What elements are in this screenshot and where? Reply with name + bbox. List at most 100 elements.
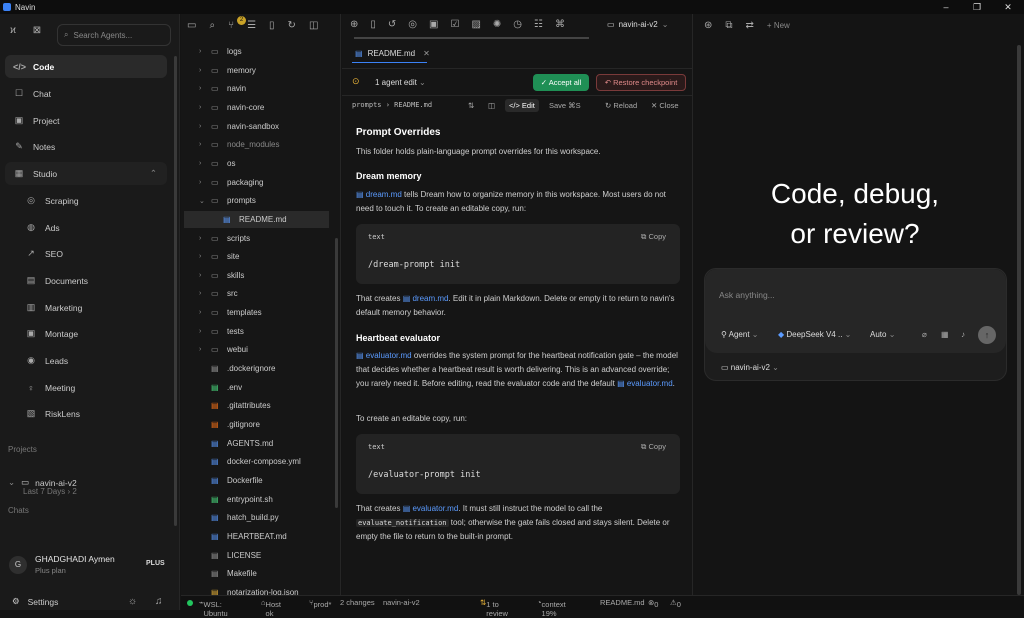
folder-item[interactable]: ⌄ ▭ prompts	[184, 192, 329, 209]
diff-icon[interactable]: ⇅	[468, 99, 474, 112]
folder-item[interactable]: › ▭ memory	[184, 62, 329, 79]
save-button[interactable]: Save ⌘S	[549, 99, 581, 112]
bookmark-icon[interactable]: ▯	[269, 20, 275, 31]
host-status[interactable]: ⌂ Host ok	[261, 598, 281, 618]
folder-item[interactable]: › ▭ templates	[184, 304, 329, 321]
clock-icon[interactable]: ◷	[513, 19, 522, 30]
grid-icon[interactable]: ▦	[941, 330, 949, 339]
file-status[interactable]: README.md	[600, 598, 645, 607]
file-item[interactable]: ▤ docker-compose.yml	[184, 453, 329, 470]
graph-icon[interactable]: ⌘	[555, 19, 565, 30]
folder-item[interactable]: › ▭ node_modules	[184, 136, 329, 153]
evaluator-link[interactable]: evaluator.md	[366, 351, 412, 360]
file-item[interactable]: ▤ README.md	[184, 210, 329, 228]
file-item[interactable]: ▤ LICENSE	[184, 547, 329, 564]
sidebar-scrollbar[interactable]	[174, 56, 177, 526]
folder-item[interactable]: › ▭ navin	[184, 80, 329, 97]
file-item[interactable]: ▤ hatch_build.py	[184, 509, 329, 526]
workspace-selector[interactable]: ▭ navin-ai-v2 ⌄	[721, 363, 779, 372]
studio-item-montage[interactable]: ▣ Montage	[17, 322, 167, 345]
folder-item[interactable]: › ▭ site	[184, 248, 329, 265]
mic-icon[interactable]: ♪	[961, 330, 965, 339]
errors-status[interactable]: ⊗ 0	[648, 598, 658, 609]
nav-project[interactable]: ▣ Project	[5, 109, 167, 132]
brand-icon[interactable]: ϰ	[6, 24, 20, 38]
new-chat-button[interactable]: + New	[767, 21, 790, 30]
folder-item[interactable]: › ▭ webui	[184, 341, 329, 358]
git-branch[interactable]: ⑂ prod*	[309, 598, 331, 609]
warnings-status[interactable]: ⚠ 0	[670, 598, 681, 609]
studio-item-leads[interactable]: ◉ Leads	[17, 349, 167, 372]
file-item[interactable]: ▤ HEARTBEAT.md	[184, 528, 329, 545]
list-icon[interactable]: ☷	[534, 19, 543, 30]
collapse-sidebar-icon[interactable]: ⊠	[30, 24, 44, 38]
folder-item[interactable]: › ▭ navin-core	[184, 99, 329, 116]
file-item[interactable]: ▤ AGENTS.md	[184, 435, 329, 452]
folder-item[interactable]: › ▭ scripts	[184, 230, 329, 247]
nav-code[interactable]: </> Code	[5, 55, 167, 78]
folder-item[interactable]: › ▭ packaging	[184, 174, 329, 191]
mode-selector[interactable]: Auto ⌄	[870, 330, 895, 339]
theme-toggle-icon[interactable]: ☼	[128, 596, 137, 607]
studio-item-seo[interactable]: ↗ SEO	[17, 242, 167, 265]
folder-item[interactable]: › ▭ os	[184, 155, 329, 172]
globe-icon[interactable]: ⊕	[350, 19, 358, 30]
review-status[interactable]: ⇅ 1 to review	[480, 598, 508, 618]
close-window-button[interactable]: ✕	[993, 0, 1023, 14]
toolbar-scrollbar[interactable]	[354, 37, 589, 39]
file-item[interactable]: ▤ Dockerfile	[184, 472, 329, 489]
edit-button[interactable]: </> Edit	[505, 99, 539, 112]
close-button[interactable]: ✕ Close	[651, 99, 679, 112]
folder-item[interactable]: › ▭ navin-sandbox	[184, 118, 329, 135]
target-icon[interactable]: ◎	[408, 19, 417, 30]
studio-item-scraping[interactable]: ◎ Scraping	[17, 189, 167, 212]
nav-studio[interactable]: ▦ Studio ⌃	[5, 162, 167, 185]
swap-icon[interactable]: ⇄	[746, 20, 754, 31]
layers-icon[interactable]: ⧉	[725, 20, 732, 31]
workspace-status[interactable]: navin-ai-v2	[383, 598, 420, 607]
changes-count[interactable]: 2 changes	[340, 598, 375, 607]
studio-item-marketing[interactable]: ▥ Marketing	[17, 296, 167, 319]
minimize-button[interactable]: –	[931, 0, 961, 14]
search-icon[interactable]: ⌕	[209, 20, 215, 31]
file-item[interactable]: ▤ .gitattributes	[184, 397, 329, 414]
evaluator-link[interactable]: evaluator.md	[412, 504, 458, 513]
checklist-icon[interactable]: ☑	[450, 19, 459, 30]
split-icon[interactable]: ◫	[309, 20, 318, 31]
folder-item[interactable]: › ▭ tests	[184, 323, 329, 340]
panel-scrollbar[interactable]	[1017, 45, 1021, 595]
source-control-icon[interactable]: ⑂	[228, 20, 234, 31]
nav-chat[interactable]: ☐ Chat	[5, 82, 167, 105]
settings-button[interactable]: ⚙ Settings	[12, 596, 58, 607]
send-button[interactable]: ↑	[978, 326, 996, 344]
agent-selector[interactable]: ⚲ Agent ⌄	[721, 330, 758, 339]
refresh-icon[interactable]: ↻	[288, 20, 296, 31]
file-item[interactable]: ▤ .gitignore	[184, 416, 329, 433]
close-tab-icon[interactable]: ✕	[423, 49, 430, 58]
folder-item[interactable]: › ▭ src	[184, 285, 329, 302]
file-item[interactable]: ▤ .dockerignore	[184, 360, 329, 377]
file-item[interactable]: ▤ Makefile	[184, 565, 329, 582]
maximize-button[interactable]: ❐	[962, 0, 992, 14]
reload-button[interactable]: ↻ Reload	[605, 99, 637, 112]
outline-icon[interactable]: ☰	[247, 20, 256, 31]
studio-item-ads[interactable]: ◍ Ads	[17, 216, 167, 239]
image-icon[interactable]: ▨	[471, 19, 480, 30]
wsl-status[interactable]: ⌁ WSL: Ubuntu	[199, 598, 228, 618]
evaluator-link[interactable]: evaluator.md	[627, 379, 673, 388]
nav-notes[interactable]: ✎ Notes	[5, 135, 167, 158]
context-status[interactable]: ◔ context 19%	[537, 598, 566, 618]
attach-icon[interactable]: ⌀	[922, 330, 927, 339]
folder-item[interactable]: › ▭ logs	[184, 43, 329, 60]
folder-item[interactable]: › ▭ skills	[184, 267, 329, 284]
chat-input[interactable]: Ask anything...	[719, 290, 775, 300]
studio-item-meeting[interactable]: ♀ Meeting	[17, 376, 167, 399]
user-profile[interactable]: G GHADGHADI Aymen Plus plan	[9, 554, 115, 575]
dream-link[interactable]: dream.md	[412, 294, 448, 303]
shield-icon[interactable]: ⊛	[704, 20, 712, 31]
agent-edit-dropdown[interactable]: 1 agent edit ⌄	[369, 74, 432, 91]
copy-button[interactable]: ⧉ Copy	[641, 442, 666, 452]
file-item[interactable]: ▤ .env	[184, 379, 329, 396]
restore-checkpoint-button[interactable]: ↶ Restore checkpoint	[596, 74, 686, 91]
tab-readme[interactable]: ▤ README.md ✕	[355, 44, 430, 62]
